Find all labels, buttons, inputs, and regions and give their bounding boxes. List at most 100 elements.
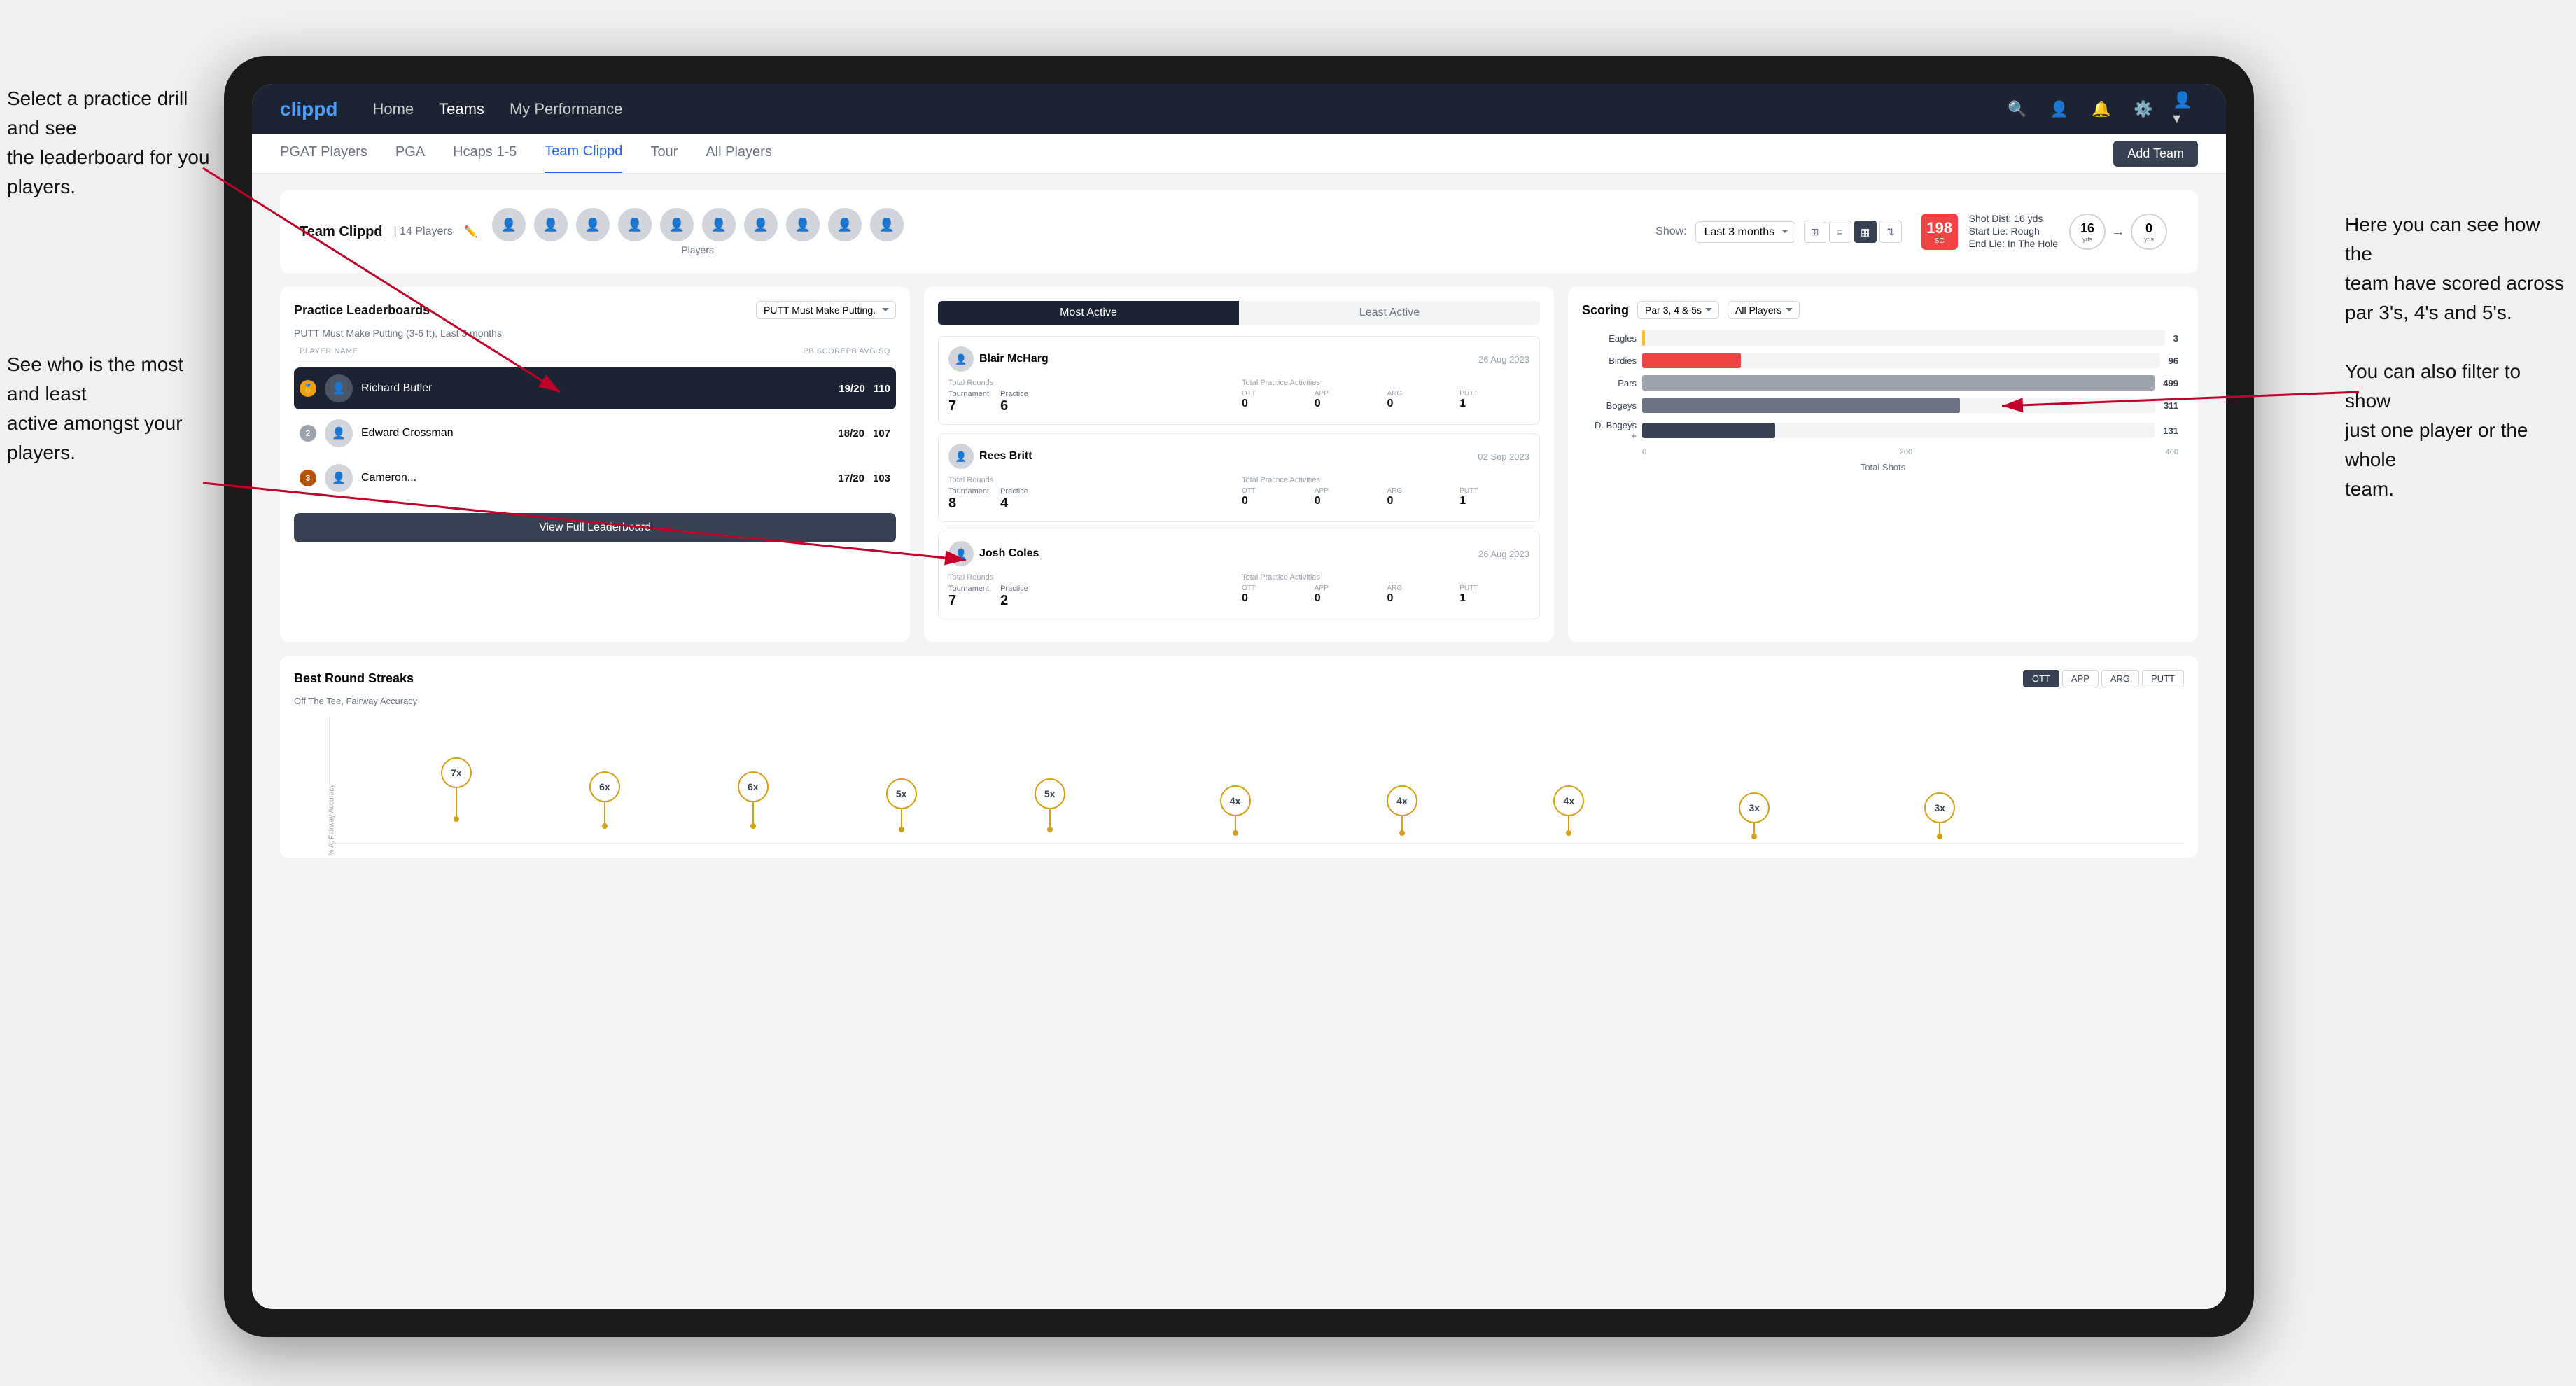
putt-2: PUTT 1 [1460,487,1530,507]
drill-select[interactable]: PUTT Must Make Putting... [756,301,896,319]
show-select[interactable]: Last 3 months Last month Last 6 months L… [1695,221,1795,243]
lb-table-header: PLAYER NAME PB SCORE PB AVG SQ [294,347,896,362]
ott-button[interactable]: OTT [2023,670,2059,687]
view-card-icon[interactable]: ▦ [1854,220,1877,243]
nav-teams[interactable]: Teams [439,100,484,118]
streak-point-3x-2: 3x [1924,792,1955,839]
streak-point-3x-1: 3x [1739,792,1770,839]
view-grid-icon[interactable]: ⊞ [1804,220,1826,243]
shot-circle-2: 0 yds [2131,214,2167,250]
lb-avg-1: 110 [874,383,890,395]
nav-team-clippd[interactable]: Team Clippd [545,134,622,173]
edit-icon[interactable]: ✏️ [464,225,478,239]
search-icon[interactable]: 🔍 [2005,97,2030,122]
nav-tour[interactable]: Tour [650,134,678,173]
bogeys-value: 311 [2164,400,2178,411]
pac-player-2: 👤 Rees Britt [948,444,1032,469]
total-rounds-label-1: Total Rounds [948,379,1236,387]
streak-dot-5x-2 [1047,827,1053,832]
pac-stat-vals-2: Tournament 8 Practice 4 [948,487,1236,512]
lb-col-avg: PB AVG SQ [846,347,890,356]
practice-val-1: 6 [1000,398,1028,414]
account-icon[interactable]: 👤▾ [2173,97,2198,122]
team-info: Team Clippd | 14 Players ✏️ [300,224,478,240]
total-rounds-group-2: Total Rounds Tournament 8 Practice 4 [948,476,1236,512]
avatar-4[interactable]: 👤 [618,208,652,241]
players-filter-select[interactable]: All Players [1728,301,1800,319]
view-list-icon[interactable]: ≡ [1829,220,1851,243]
avatar-7[interactable]: 👤 [744,208,778,241]
main-content: Team Clippd | 14 Players ✏️ 👤 👤 👤 👤 👤 👤 [252,174,2226,1309]
nav-my-performance[interactable]: My Performance [510,100,622,118]
avatar-5[interactable]: 👤 [660,208,694,241]
streaks-panel: Best Round Streaks OTT APP ARG PUTT Off … [280,656,2198,858]
streak-bubble-3x-1: 3x [1739,792,1770,823]
avatar-10[interactable]: 👤 [870,208,904,241]
total-rounds-label-2: Total Rounds [948,476,1236,484]
par-filter-select[interactable]: Par 3, 4 & 5s Par 3s Par 4s Par 5s [1637,301,1719,319]
avatar-3[interactable]: 👤 [576,208,610,241]
total-rounds-group-1: Total Rounds Tournament 7 Practice 6 [948,379,1236,414]
double-bogeys-bar-container [1642,423,2155,438]
streak-line-4x-2 [1401,816,1403,830]
scoring-header: Scoring Par 3, 4 & 5s Par 3s Par 4s Par … [1582,301,2184,319]
avatar-8[interactable]: 👤 [786,208,820,241]
streak-line-6x-1 [604,802,606,823]
practice-leaderboards-panel: Practice Leaderboards PUTT Must Make Put… [280,287,910,642]
tournament-val-1: 7 [948,398,989,414]
pac-date-3: 26 Aug 2023 [1478,549,1530,559]
practice-activities-group-3: Total Practice Activities OTT 0 APP 0 [1242,573,1530,609]
view-sort-icon[interactable]: ⇅ [1879,220,1902,243]
chart-x-labels: 0 200 400 [1642,448,2178,456]
streak-line-4x-3 [1568,816,1569,830]
arg-1: ARG 0 [1387,390,1457,410]
tab-least-active[interactable]: Least Active [1239,301,1540,325]
bogeys-label: Bogeys [1588,400,1637,411]
circle2-value: 0 [2146,221,2152,236]
streak-point-6x-2: 6x [738,771,769,829]
bell-icon[interactable]: 🔔 [2089,97,2114,122]
add-team-button[interactable]: Add Team [2113,141,2198,167]
avatar-2[interactable]: 👤 [534,208,568,241]
app-button[interactable]: APP [2062,670,2099,687]
streak-dot-3x-1 [1751,834,1757,839]
x-label-0: 0 [1642,448,1646,456]
streak-dot-6x-2 [750,823,756,829]
streak-bubble-6x-1: 6x [589,771,620,802]
tournament-col-3: Tournament 7 [948,584,989,609]
streak-bubble-4x-2: 4x [1387,785,1418,816]
birdies-value: 96 [2169,356,2178,366]
tab-most-active[interactable]: Most Active [938,301,1239,325]
nav-hcaps[interactable]: Hcaps 1-5 [453,134,517,173]
settings-icon[interactable]: ⚙️ [2131,97,2156,122]
avatar-9[interactable]: 👤 [828,208,862,241]
nav-all-players[interactable]: All Players [706,134,771,173]
tablet-screen: clippd Home Teams My Performance 🔍 👤 🔔 ⚙… [252,84,2226,1309]
streaks-title: Best Round Streaks [294,671,414,686]
bogeys-bar-container [1642,398,2155,413]
avatar-1[interactable]: 👤 [492,208,526,241]
shot-circle-1: 16 yds [2069,214,2106,250]
person-icon[interactable]: 👤 [2047,97,2072,122]
nav-pgat[interactable]: PGAT Players [280,134,368,173]
players-column: 👤 👤 👤 👤 👤 👤 👤 👤 👤 👤 Players [492,208,904,255]
view-leaderboard-button[interactable]: View Full Leaderboard [294,513,896,542]
arg-button[interactable]: ARG [2101,670,2139,687]
lb-row-3[interactable]: 3 👤 Cameron... 17/20 103 [294,457,896,499]
pac-date-2: 02 Sep 2023 [1478,451,1530,462]
streak-line-3x-1 [1754,823,1755,834]
pac-name-1: Blair McHarg [979,353,1049,365]
eagles-bar [1642,330,1645,346]
nav-pga[interactable]: PGA [396,134,425,173]
y-axis-label: % A, Fairway Accuracy [328,784,335,855]
tablet-frame: clippd Home Teams My Performance 🔍 👤 🔔 ⚙… [224,56,2254,1337]
putt-button[interactable]: PUTT [2142,670,2184,687]
ott-2: OTT 0 [1242,487,1312,507]
lb-row-2[interactable]: 2 👤 Edward Crossman 18/20 107 [294,412,896,454]
rank-badge-1: 🥇 [300,380,316,397]
nav-home[interactable]: Home [372,100,414,118]
putt-1: PUTT 1 [1460,390,1530,410]
avatar-6[interactable]: 👤 [702,208,736,241]
lb-row-1[interactable]: 🥇 👤 Richard Butler 19/20 110 [294,368,896,410]
streak-point-5x-2: 5x [1035,778,1065,832]
